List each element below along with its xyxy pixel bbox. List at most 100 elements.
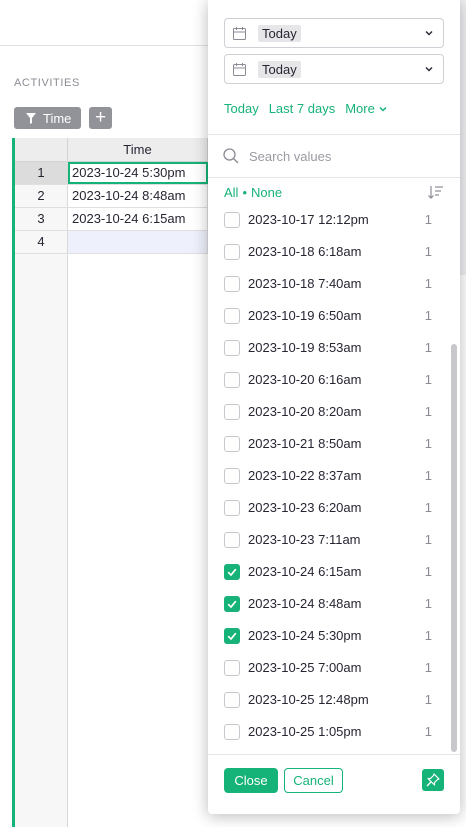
value-checkbox[interactable]	[224, 340, 240, 356]
row-number[interactable]: 4	[15, 231, 68, 253]
value-item[interactable]: 2023-10-20 6:16am 1	[208, 372, 460, 404]
value-count: 1	[424, 692, 432, 707]
table-row-new[interactable]: 4	[15, 231, 208, 254]
value-label: 2023-10-25 12:48pm	[248, 692, 369, 707]
section-title: ACTIVITIES	[14, 77, 80, 89]
table-row[interactable]: 1 2023-10-24 5:30pm	[15, 162, 208, 185]
value-label: 2023-10-20 8:20am	[248, 404, 362, 419]
value-label: 2023-10-18 7:40am	[248, 276, 362, 291]
time-cell[interactable]: 2023-10-24 6:15am	[68, 208, 208, 230]
filter-chip-label: Time	[43, 110, 72, 126]
value-checkbox[interactable]	[224, 660, 240, 676]
add-filter-button[interactable]: +	[89, 107, 112, 129]
value-checkbox[interactable]	[224, 276, 240, 292]
row-number[interactable]: 2	[15, 185, 68, 207]
scrollbar-thumb[interactable]	[451, 344, 457, 752]
time-filter-chip[interactable]: Time	[14, 107, 81, 129]
value-checkbox[interactable]	[224, 404, 240, 420]
value-count: 1	[424, 340, 432, 355]
value-list[interactable]: 2023-10-17 12:12pm 1 2023-10-18 6:18am 1 202…	[208, 206, 460, 746]
value-checkbox[interactable]	[224, 436, 240, 452]
value-checkbox[interactable]	[224, 532, 240, 548]
value-item[interactable]: 2023-10-25 12:48pm 1	[208, 692, 460, 724]
value-item[interactable]: 2023-10-18 6:18am 1	[208, 244, 460, 276]
value-item[interactable]: 2023-10-25 7:00am 1	[208, 660, 460, 692]
select-all-link[interactable]: All	[224, 185, 238, 200]
value-count: 1	[424, 372, 432, 387]
value-count: 1	[424, 596, 432, 611]
value-item[interactable]: 2023-10-20 8:20am 1	[208, 404, 460, 436]
chevron-down-icon	[425, 67, 433, 72]
value-item[interactable]: 2023-10-22 8:37am 1	[208, 468, 460, 500]
select-all-none: All • None	[224, 185, 282, 200]
value-count: 1	[424, 468, 432, 483]
min-date-select[interactable]: Today	[224, 18, 444, 48]
sort-icon[interactable]	[428, 184, 444, 200]
last-7-days-option[interactable]: Last 7 days	[269, 101, 336, 116]
row-number[interactable]: 3	[15, 208, 68, 230]
checkmark-icon	[227, 632, 237, 641]
checkmark-icon	[227, 600, 237, 609]
value-count: 1	[424, 564, 432, 579]
value-label: 2023-10-25 7:00am	[248, 660, 362, 675]
value-count: 1	[424, 660, 432, 675]
value-checkbox[interactable]	[224, 244, 240, 260]
value-checkbox[interactable]	[224, 724, 240, 740]
value-label: 2023-10-19 6:50am	[248, 308, 362, 323]
value-item[interactable]: 2023-10-23 7:11am 1	[208, 532, 460, 564]
value-item[interactable]: 2023-10-24 6:15am 1	[208, 564, 460, 596]
time-cell[interactable]: 2023-10-24 5:30pm	[68, 162, 208, 184]
value-label: 2023-10-24 6:15am	[248, 564, 362, 579]
value-checkbox[interactable]	[224, 596, 240, 612]
value-count: 1	[424, 308, 432, 323]
data-grid: Time 1 2023-10-24 5:30pm 2 2023-10-24 8:…	[12, 138, 212, 827]
value-label: 2023-10-22 8:37am	[248, 468, 362, 483]
max-date-value: Today	[258, 60, 301, 78]
time-cell[interactable]: 2023-10-24 8:48am	[68, 185, 208, 207]
value-checkbox[interactable]	[224, 628, 240, 644]
value-count: 1	[424, 532, 432, 547]
time-cell[interactable]	[68, 231, 208, 253]
chevron-down-icon	[425, 31, 433, 36]
today-option[interactable]: Today	[224, 101, 259, 116]
value-item[interactable]: 2023-10-17 12:12pm 1	[208, 212, 460, 244]
value-item[interactable]: 2023-10-19 6:50am 1	[208, 308, 460, 340]
value-checkbox[interactable]	[224, 372, 240, 388]
value-item[interactable]: 2023-10-24 8:48am 1	[208, 596, 460, 628]
value-item[interactable]: 2023-10-25 1:05pm 1	[208, 724, 460, 746]
value-item[interactable]: 2023-10-23 6:20am 1	[208, 500, 460, 532]
value-label: 2023-10-21 8:50am	[248, 436, 362, 451]
grid-corner[interactable]	[15, 138, 68, 162]
max-date-select[interactable]: Today	[224, 54, 444, 84]
value-checkbox[interactable]	[224, 564, 240, 580]
close-button[interactable]: Close	[224, 768, 278, 793]
calendar-icon	[233, 62, 246, 76]
value-checkbox[interactable]	[224, 500, 240, 516]
value-count: 1	[424, 212, 432, 227]
cancel-button[interactable]: Cancel	[284, 768, 343, 793]
value-item[interactable]: 2023-10-18 7:40am 1	[208, 276, 460, 308]
table-row[interactable]: 2 2023-10-24 8:48am	[15, 185, 208, 208]
value-checkbox[interactable]	[224, 692, 240, 708]
pin-filter-button[interactable]	[422, 769, 444, 791]
select-none-link[interactable]: None	[251, 185, 282, 200]
column-header-time[interactable]: Time	[68, 138, 208, 162]
search-box	[223, 145, 445, 167]
value-item[interactable]: 2023-10-24 5:30pm 1	[208, 628, 460, 660]
search-values-input[interactable]	[249, 148, 429, 164]
value-count: 1	[424, 500, 432, 515]
value-item[interactable]: 2023-10-19 8:53am 1	[208, 340, 460, 372]
row-number[interactable]: 1	[15, 162, 68, 184]
value-count: 1	[424, 244, 432, 259]
value-item[interactable]: 2023-10-21 8:50am 1	[208, 436, 460, 468]
more-label: More	[345, 101, 375, 116]
table-row[interactable]: 3 2023-10-24 6:15am	[15, 208, 208, 231]
value-checkbox[interactable]	[224, 468, 240, 484]
value-label: 2023-10-17 12:12pm	[248, 212, 369, 227]
more-options-dropdown[interactable]: More	[345, 101, 388, 116]
search-icon	[223, 148, 239, 164]
value-label: 2023-10-24 5:30pm	[248, 628, 362, 643]
value-label: 2023-10-25 1:05pm	[248, 724, 362, 739]
value-checkbox[interactable]	[224, 212, 240, 228]
value-checkbox[interactable]	[224, 308, 240, 324]
